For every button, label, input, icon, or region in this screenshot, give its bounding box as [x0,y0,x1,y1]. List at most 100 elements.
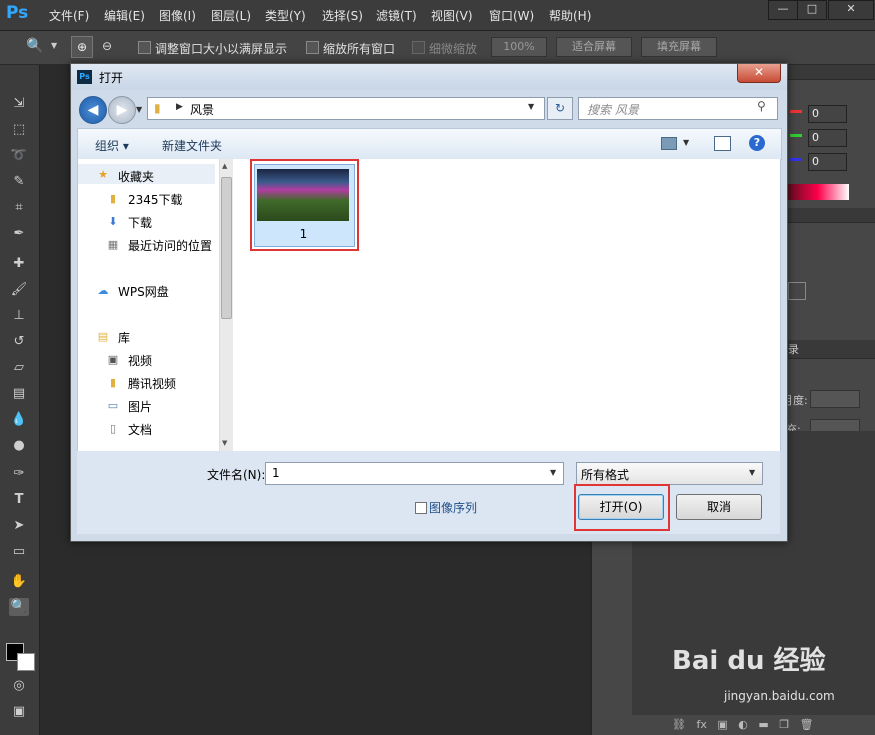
nav-favorites[interactable]: 收藏夹 [118,168,154,185]
preview-pane-icon[interactable] [714,136,731,151]
new-layer-icon[interactable]: ❐ [779,718,789,731]
zoom-tool-icon[interactable]: 🔍 [26,38,43,54]
quick-select-icon[interactable]: ✎ [9,173,29,191]
path-select-icon[interactable]: ➤ [9,517,29,535]
filetype-select[interactable]: 所有格式 ▼ [576,462,763,485]
scrubby-zoom-checkbox[interactable] [412,41,425,54]
breadcrumb-chevron-icon[interactable]: ▶ [176,102,183,112]
green-value-field[interactable]: 0 [808,129,847,147]
menu-type[interactable]: 类型(Y) [265,7,306,24]
red-value-field[interactable]: 0 [808,105,847,123]
nav-lib-documents[interactable]: 文档 [128,421,152,438]
dialog-close-button[interactable]: ✕ [737,64,781,83]
link-icon[interactable]: ⛓ [672,718,686,731]
filename-dropdown-icon[interactable]: ▼ [550,468,556,477]
stamp-tool-icon[interactable]: ⊥ [9,307,29,325]
cancel-button[interactable]: 取消 [676,494,762,520]
menu-help[interactable]: 帮助(H) [549,7,591,24]
menu-select[interactable]: 选择(S) [322,7,363,24]
scroll-up-icon[interactable]: ▲ [222,162,227,170]
folder-icon[interactable]: ▬ [758,718,768,731]
view-mode-icon[interactable] [661,137,677,150]
filename-input[interactable]: 1 ▼ [265,462,564,485]
nav-lib-video[interactable]: 视频 [128,352,152,369]
resize-windows-checkbox[interactable] [138,41,151,54]
blur-tool-icon[interactable]: 💧 [9,411,29,429]
crop-tool-icon[interactable]: ⌗ [9,199,29,217]
maximize-button[interactable]: □ [797,0,827,20]
scroll-down-icon[interactable]: ▼ [222,439,227,447]
history-brush-icon[interactable]: ↺ [9,333,29,351]
zoom-all-checkbox[interactable] [306,41,319,54]
image-sequence-checkbox[interactable] [415,502,427,514]
scrollbar-thumb[interactable] [221,177,232,319]
image-sequence-label: 图像序列 [429,501,478,515]
breadcrumb-current[interactable]: 风景 [190,101,214,118]
address-dropdown-icon[interactable]: ▼ [528,102,534,111]
grid-icon[interactable] [788,282,806,300]
move-tool-icon[interactable]: ⇲ [9,95,29,113]
address-bar[interactable]: ▮ ▶ 风景 ▼ [147,97,545,120]
zoom-out-icon[interactable]: ⊖ [97,36,117,56]
menu-window[interactable]: 窗口(W) [489,7,534,24]
search-icon[interactable]: ⚲ [757,99,766,113]
menu-layer[interactable]: 图层(L) [211,7,251,24]
menu-image[interactable]: 图像(I) [159,7,196,24]
healing-brush-icon[interactable]: ✚ [9,255,29,273]
trash-icon[interactable]: 🗑 [800,718,814,731]
organize-menu[interactable]: 组织 ▾ [95,137,129,154]
search-box[interactable]: 搜索 风景 ⚲ [578,97,778,120]
eyedropper-icon[interactable]: ✒ [9,225,29,243]
refresh-icon[interactable]: ↻ [547,97,573,120]
nav-item-downloads[interactable]: 下载 [128,214,152,231]
screen-mode-icon[interactable]: ▣ [9,703,29,721]
blue-value-field[interactable]: 0 [808,153,847,171]
color-ramp[interactable] [787,184,849,200]
adjustment-icon[interactable]: ◐ [738,718,748,731]
nav-item-2345[interactable]: 2345下载 [128,191,183,208]
marquee-tool-icon[interactable]: ⬚ [9,121,29,139]
pen-tool-icon[interactable]: ✑ [9,465,29,483]
nav-wps-cloud[interactable]: WPS网盘 [118,283,169,300]
brush-tool-icon[interactable]: 🖌 [9,281,29,299]
fit-screen-button[interactable]: 适合屏幕 [556,37,632,57]
history-dropdown-icon[interactable]: ▼ [136,105,142,114]
hand-tool-icon[interactable]: ✋ [9,573,29,591]
menu-file[interactable]: 文件(F) [49,7,89,24]
dodge-tool-icon[interactable]: ● [9,437,29,455]
green-slider[interactable] [790,134,802,137]
mask-icon[interactable]: ▣ [717,718,727,731]
filetype-dropdown-icon[interactable]: ▼ [749,468,755,477]
type-tool-icon[interactable]: T [9,491,29,509]
background-color-swatch[interactable] [17,653,35,671]
zoom-in-icon[interactable]: ⊕ [71,36,93,58]
nav-lib-pictures[interactable]: 图片 [128,398,152,415]
shape-tool-icon[interactable]: ▭ [9,543,29,561]
view-dropdown-icon[interactable]: ▼ [683,138,689,147]
help-icon[interactable]: ? [749,135,765,151]
fx-icon[interactable]: fx [696,718,706,731]
window-close-button[interactable]: ✕ [828,0,874,20]
blue-slider[interactable] [790,158,802,161]
minimize-button[interactable]: — [768,0,798,20]
quick-mask-icon[interactable]: ◎ [9,677,29,695]
new-folder-button[interactable]: 新建文件夹 [162,137,222,154]
zoom-100-button[interactable]: 100% [491,37,547,57]
chevron-down-icon[interactable]: ▼ [51,41,57,50]
zoom-tool-selected-icon[interactable]: 🔍 [9,598,29,616]
nav-library[interactable]: 库 [118,329,130,346]
menu-view[interactable]: 视图(V) [431,7,473,24]
nav-lib-tencent-video[interactable]: 腾讯视频 [128,375,176,392]
red-slider[interactable] [790,110,802,113]
menu-edit[interactable]: 编辑(E) [104,7,145,24]
forward-arrow-icon[interactable]: ▶ [108,96,136,124]
nav-item-recent[interactable]: 最近访问的位置 [128,237,212,254]
fill-screen-button[interactable]: 填充屏幕 [641,37,717,57]
layers-tab-fragment[interactable]: 录 [788,341,799,357]
lasso-tool-icon[interactable]: ➰ [9,147,29,165]
menu-filter[interactable]: 滤镜(T) [376,7,417,24]
opacity-field[interactable] [810,390,860,408]
eraser-tool-icon[interactable]: ▱ [9,359,29,377]
back-arrow-icon[interactable]: ◀ [79,96,107,124]
gradient-tool-icon[interactable]: ▤ [9,385,29,403]
